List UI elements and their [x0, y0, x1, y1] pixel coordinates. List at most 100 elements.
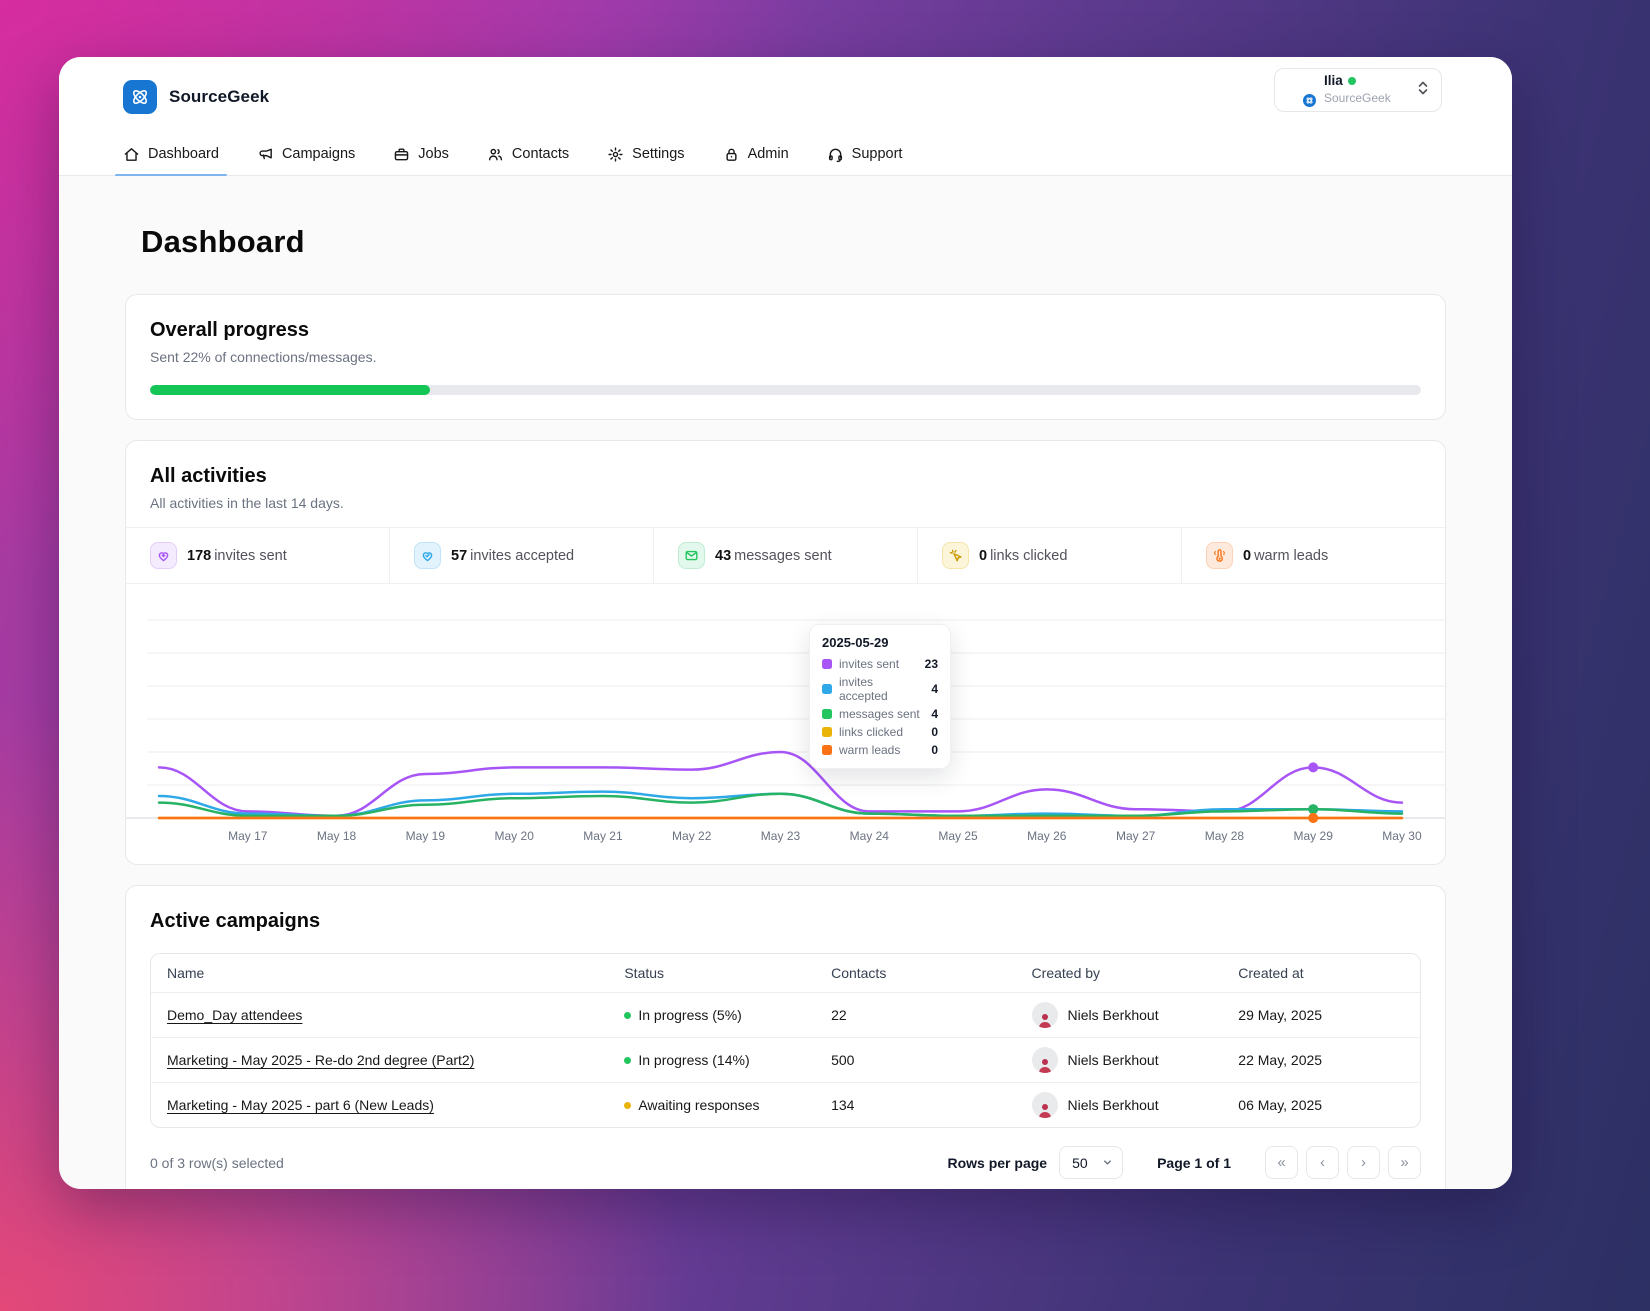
main-content: Dashboard Overall progress Sent 22% of c…: [59, 176, 1512, 1189]
chevron-left-icon: ‹: [1320, 1154, 1325, 1171]
svg-text:May 30: May 30: [1382, 829, 1422, 843]
column-header-status: Status: [624, 965, 665, 981]
overall-progress-title: Overall progress: [150, 319, 309, 341]
tab-label: Jobs: [418, 146, 449, 162]
tab-admin[interactable]: Admin: [723, 133, 789, 175]
status-text: In progress (14%): [638, 1052, 750, 1068]
series-label: links clicked: [839, 725, 904, 739]
svg-text:May 20: May 20: [495, 829, 535, 843]
lock-icon: [726, 148, 737, 161]
progress-bar: [150, 385, 1421, 395]
series-label: warm leads: [839, 743, 901, 757]
stat-invites-sent: 178 invites sent: [126, 528, 389, 583]
pagination: « ‹ › »: [1265, 1146, 1421, 1179]
creator-avatar: [1031, 1047, 1058, 1073]
series-value: 23: [924, 657, 938, 671]
campaign-link[interactable]: Demo_Day attendees: [167, 1007, 302, 1023]
stat-value: 57: [451, 547, 468, 564]
activity-line-chart[interactable]: May 17 May 18 May 19 May 20 May 21 May 22 May …: [126, 588, 1446, 853]
brand-name: SourceGeek: [169, 87, 270, 106]
created-at: 22 May, 2025: [1238, 1052, 1323, 1068]
series-swatch: [822, 745, 832, 755]
headset-icon: [828, 148, 842, 162]
creator-avatar: [1031, 1002, 1058, 1028]
status-dot: [624, 1101, 632, 1109]
next-page-button[interactable]: ›: [1347, 1146, 1380, 1179]
stat-value: 0: [1243, 547, 1252, 564]
svg-text:May 26: May 26: [1027, 829, 1067, 843]
svg-text:May 25: May 25: [938, 829, 978, 843]
series-value: 4: [931, 682, 938, 696]
tab-label: Settings: [632, 146, 685, 162]
table-row[interactable]: Demo_Day attendees In progress (5%) 22 N…: [151, 993, 1420, 1038]
activities-title: All activities: [150, 465, 267, 487]
table-header-row: Name Status Contacts Created by Created …: [151, 954, 1420, 993]
tooltip-row: invites sent 23: [822, 657, 938, 671]
svg-text:May 28: May 28: [1205, 829, 1245, 843]
app-window: SourceGeek Ilia SourceGeek Dashboard Cam…: [59, 57, 1512, 1189]
column-header-created-at: Created at: [1238, 965, 1304, 981]
mail-check-icon: [678, 542, 705, 569]
tab-dashboard[interactable]: Dashboard: [115, 133, 227, 176]
tab-jobs[interactable]: Jobs: [393, 133, 449, 175]
table-footer: 0 of 3 row(s) selected Rows per page 50 …: [150, 1146, 1421, 1179]
status-text: Awaiting responses: [638, 1097, 760, 1113]
tab-settings[interactable]: Settings: [607, 133, 685, 175]
campaigns-table: Name Status Contacts Created by Created …: [150, 953, 1421, 1128]
campaign-link[interactable]: Marketing - May 2025 - part 6 (New Leads…: [167, 1097, 434, 1113]
tab-campaigns[interactable]: Campaigns: [257, 133, 355, 175]
column-header-contacts: Contacts: [831, 965, 887, 981]
tab-support[interactable]: Support: [827, 133, 903, 175]
stat-messages-sent: 43 messages sent: [653, 528, 917, 583]
table-row[interactable]: Marketing - May 2025 - Re-do 2nd degree …: [151, 1038, 1420, 1083]
column-header-name: Name: [167, 965, 205, 981]
contacts-count: 134: [831, 1097, 855, 1113]
user-name: Ilia: [1324, 72, 1343, 88]
stat-label: invites accepted: [470, 547, 575, 564]
home-icon: [124, 147, 139, 161]
contacts-count: 500: [831, 1052, 855, 1068]
heart-plus-icon: [150, 542, 177, 569]
prev-page-button[interactable]: ‹: [1306, 1146, 1339, 1179]
first-page-button[interactable]: «: [1265, 1146, 1298, 1179]
rows-per-page-select[interactable]: 50: [1059, 1146, 1124, 1179]
gear-icon: [608, 146, 623, 162]
chevron-down-icon: [1104, 1160, 1112, 1165]
main-nav: Dashboard Campaigns Jobs Contacts Settin…: [115, 133, 1448, 176]
created-at: 29 May, 2025: [1238, 1007, 1323, 1023]
svg-text:May 18: May 18: [317, 829, 357, 843]
all-activities-card: All activities All activities in the las…: [125, 440, 1446, 865]
series-value: 0: [931, 743, 938, 757]
svg-text:May 27: May 27: [1116, 829, 1156, 843]
active-campaigns-card: Active campaigns Name Status Contacts Cr…: [125, 885, 1446, 1189]
thermometer-icon: [1206, 542, 1233, 569]
stat-value: 0: [979, 547, 988, 564]
tab-contacts[interactable]: Contacts: [487, 133, 569, 175]
stat-label: warm leads: [1254, 547, 1329, 564]
stat-links-clicked: 0 links clicked: [917, 528, 1181, 583]
activities-subtitle: All activities in the last 14 days.: [150, 495, 344, 511]
tab-label: Support: [851, 146, 903, 162]
series-swatch: [822, 709, 832, 719]
users-icon: [488, 148, 502, 160]
tooltip-row: links clicked 0: [822, 725, 938, 739]
series-swatch: [822, 727, 832, 737]
chevron-right-icon: ›: [1361, 1154, 1366, 1171]
tab-label: Admin: [747, 146, 789, 162]
series-value: 0: [931, 725, 938, 739]
chevron-up-down-icon: [1417, 80, 1429, 101]
table-row[interactable]: Marketing - May 2025 - part 6 (New Leads…: [151, 1083, 1420, 1127]
last-page-button[interactable]: »: [1388, 1146, 1421, 1179]
sourcegeek-badge-icon: [1302, 93, 1317, 108]
campaign-link[interactable]: Marketing - May 2025 - Re-do 2nd degree …: [167, 1052, 474, 1068]
overall-progress-subtitle: Sent 22% of connections/messages.: [150, 349, 377, 365]
contacts-count: 22: [831, 1007, 847, 1023]
creator-avatar: [1031, 1092, 1058, 1118]
creator-name: Niels Berkhout: [1067, 1052, 1159, 1068]
tooltip-row: invites accepted 4: [822, 675, 938, 703]
creator-name: Niels Berkhout: [1067, 1007, 1159, 1023]
tab-label: Dashboard: [148, 146, 219, 162]
series-label: invites accepted: [839, 675, 888, 703]
user-menu[interactable]: Ilia SourceGeek: [1274, 68, 1442, 112]
series-label: messages sent: [839, 707, 920, 721]
